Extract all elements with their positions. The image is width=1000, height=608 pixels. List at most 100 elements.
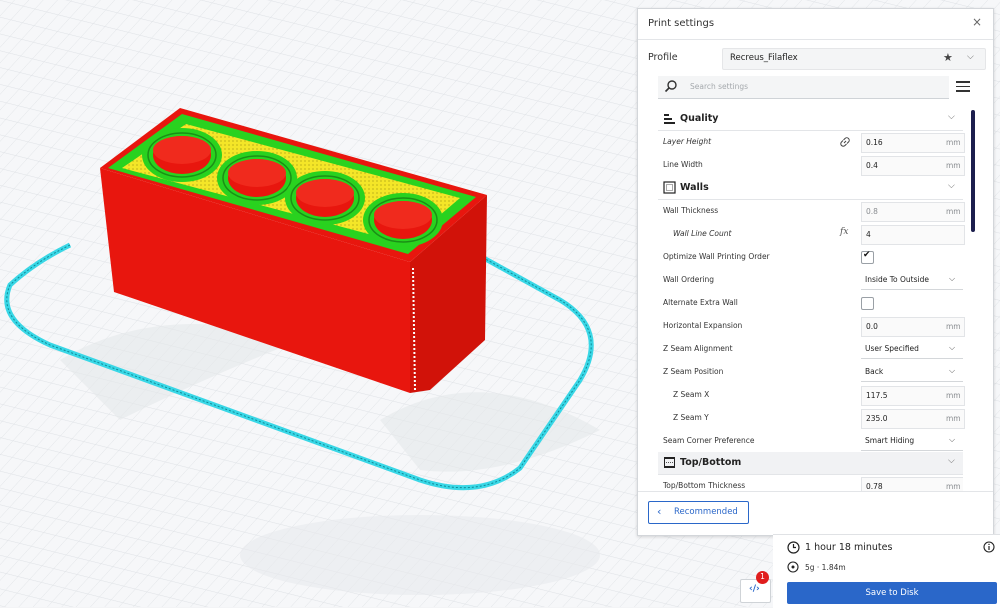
horizontal-expansion-field[interactable]: 0.0 mm (861, 317, 965, 337)
setting-label: Layer Height (663, 137, 712, 146)
print-settings-panel: Print settings × Profile Recreus_Filafle… (637, 8, 994, 536)
wall-line-count-field[interactable]: 4 (861, 225, 965, 245)
field-unit: mm (946, 207, 961, 216)
setting-label: Line Width (663, 160, 703, 169)
menu-icon[interactable] (955, 78, 971, 94)
field-unit: mm (946, 391, 961, 400)
chevron-down-icon: ⌵ (948, 456, 955, 466)
field-value: 117.5 (866, 391, 888, 400)
select-value: User Specified (865, 344, 919, 353)
setting-label: Alternate Extra Wall (663, 298, 738, 307)
star-icon[interactable]: ★ (943, 51, 953, 64)
setting-wall-ordering: Wall Ordering Inside To Outside ⌵ (658, 269, 963, 292)
category-label: Top/Bottom (680, 457, 742, 468)
setting-label: Z Seam Position (663, 367, 724, 376)
info-icon[interactable] (983, 541, 995, 553)
select-value: Smart Hiding (865, 436, 915, 445)
recommended-label: Recommended (674, 507, 738, 517)
chevron-down-icon: ⌵ (948, 112, 955, 122)
chevron-down-icon: ⌵ (949, 366, 956, 375)
setting-label: Z Seam Alignment (663, 344, 733, 353)
checkmark-icon: ✔ (863, 250, 871, 260)
top-bottom-icon (664, 457, 675, 468)
setting-alternate-extra-wall: Alternate Extra Wall (658, 292, 963, 315)
setting-optimize-wall-order: Optimize Wall Printing Order ✔ (658, 246, 963, 269)
setting-z-seam-y: Z Seam Y 235.0 mm (658, 407, 965, 430)
seam-corner-select[interactable]: Smart Hiding ⌵ (861, 432, 963, 451)
category-label: Quality (680, 113, 719, 124)
divider (638, 39, 993, 40)
field-value: 0.78 (866, 482, 883, 491)
setting-label: Wall Line Count (673, 229, 732, 238)
chevron-down-icon: ⌵ (948, 181, 955, 191)
function-icon[interactable]: fx (840, 227, 848, 237)
setting-line-width: Line Width 0.4 mm (658, 154, 965, 177)
walls-icon (663, 181, 676, 194)
field-value: 4 (866, 230, 871, 239)
field-unit: mm (946, 322, 961, 331)
chevron-down-icon: ⌵ (967, 52, 974, 62)
print-time: 1 hour 18 minutes (805, 542, 893, 553)
setting-label: Z Seam X (673, 390, 710, 399)
scrollbar[interactable] (971, 110, 975, 232)
z-seam-y-field[interactable]: 235.0 mm (861, 409, 965, 429)
setting-label: Seam Corner Preference (663, 436, 755, 445)
profile-name: Recreus_Filaflex (730, 53, 798, 63)
setting-label: Horizontal Expansion (663, 321, 743, 330)
wall-ordering-select[interactable]: Inside To Outside ⌵ (861, 271, 963, 290)
save-label: Save to Disk (865, 588, 919, 598)
category-label: Walls (680, 182, 709, 193)
field-value: 0.0 (866, 322, 878, 331)
field-unit: mm (946, 138, 961, 147)
setting-layer-height: Layer Height 0.16 mm (658, 131, 965, 154)
material-usage: 5g · 1.84m (805, 563, 846, 572)
setting-label: Wall Ordering (663, 275, 714, 284)
link-icon[interactable] (839, 136, 851, 148)
setting-z-seam-position: Z Seam Position Back ⌵ (658, 361, 963, 384)
divider (638, 491, 993, 492)
field-value: 235.0 (866, 414, 888, 423)
chevron-down-icon: ⌵ (949, 274, 956, 283)
setting-wall-thickness: Wall Thickness 0.8 mm (658, 200, 965, 223)
chevron-down-icon: ⌵ (949, 343, 956, 352)
top-bottom-thickness-field[interactable]: 0.78 mm (861, 477, 963, 491)
select-value: Inside To Outside (865, 275, 929, 284)
quality-icon (664, 114, 675, 124)
plate-shadow (240, 515, 600, 595)
field-unit: mm (946, 482, 961, 491)
setting-label: Z Seam Y (673, 413, 709, 422)
field-value: 0.16 (866, 138, 883, 147)
z-seam-x-field[interactable]: 117.5 mm (861, 386, 965, 406)
print-output-panel: 1 hour 18 minutes 5g · 1.84m Save to Dis… (773, 534, 1000, 608)
field-value: 0.4 (866, 161, 878, 170)
wall-thickness-field[interactable]: 0.8 mm (861, 202, 965, 222)
alternate-wall-checkbox[interactable] (861, 297, 874, 310)
select-value: Back (865, 367, 884, 376)
search-icon (664, 80, 677, 93)
category-walls[interactable]: Walls ⌵ (658, 177, 963, 200)
setting-label: Top/Bottom Thickness (663, 481, 746, 490)
line-width-field[interactable]: 0.4 mm (861, 156, 965, 176)
notification-badge[interactable]: 1 (756, 571, 769, 584)
search-input[interactable]: Search settings (658, 76, 949, 99)
field-unit: mm (946, 161, 961, 170)
category-top-bottom[interactable]: Top/Bottom ⌵ (658, 452, 963, 475)
setting-seam-corner-preference: Seam Corner Preference Smart Hiding ⌵ (658, 430, 963, 453)
recommended-button[interactable]: ‹ Recommended (648, 501, 749, 524)
field-unit: mm (946, 414, 961, 423)
setting-wall-line-count: Wall Line Count fx 4 (658, 223, 965, 246)
chevron-left-icon: ‹ (657, 505, 662, 518)
close-button[interactable]: × (972, 15, 982, 29)
field-value: 0.8 (866, 207, 878, 216)
profile-select[interactable]: Recreus_Filaflex ★ ⌵ (722, 48, 986, 70)
chevron-down-icon: ⌵ (949, 435, 956, 444)
z-seam-alignment-select[interactable]: User Specified ⌵ (861, 340, 963, 359)
layer-height-field[interactable]: 0.16 mm (861, 133, 965, 153)
panel-title: Print settings (648, 18, 715, 29)
category-quality[interactable]: Quality ⌵ (658, 108, 963, 131)
optimize-wall-checkbox[interactable]: ✔ (861, 250, 874, 264)
search-placeholder: Search settings (690, 82, 749, 91)
save-to-disk-button[interactable]: Save to Disk (787, 582, 997, 604)
z-seam-position-select[interactable]: Back ⌵ (861, 363, 963, 382)
notification-count: 1 (760, 572, 765, 581)
